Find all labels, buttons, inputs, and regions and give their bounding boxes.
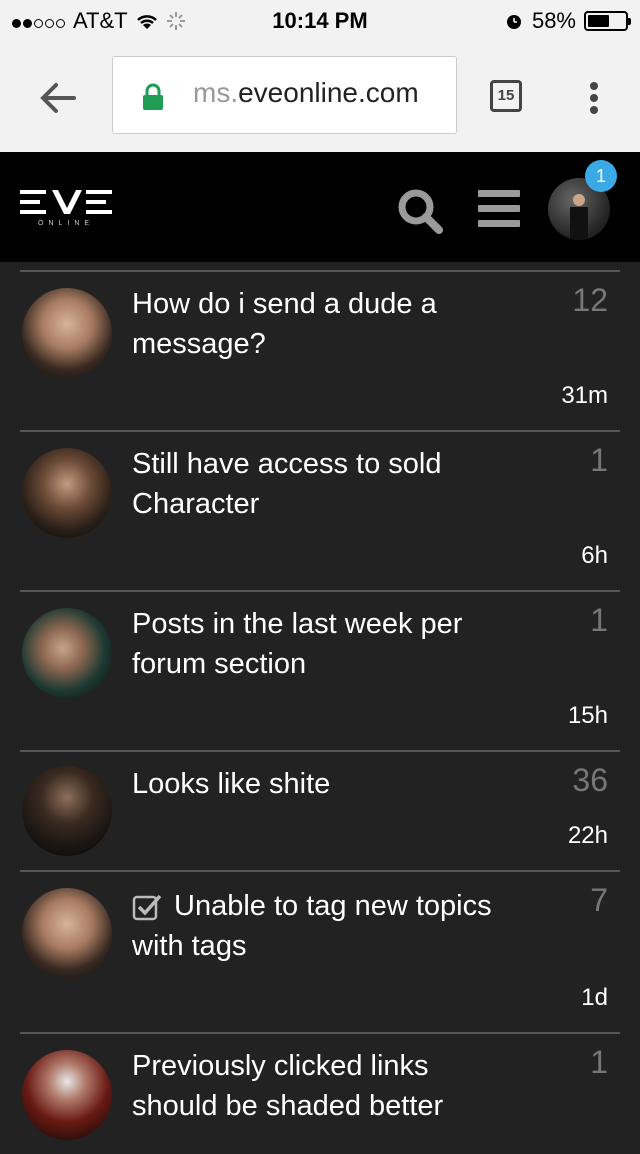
hamburger-icon[interactable] xyxy=(478,190,520,235)
eve-logo[interactable]: ONLINE xyxy=(20,190,114,227)
reply-count: 1 xyxy=(590,602,608,638)
author-avatar[interactable] xyxy=(22,888,112,978)
reply-count: 7 xyxy=(590,882,608,918)
alarm-icon xyxy=(506,15,521,29)
lock-icon xyxy=(143,83,163,110)
topic-row[interactable]: Still have access to sold Character 1 6h xyxy=(20,430,620,592)
url-prefix: ms. xyxy=(193,77,239,108)
topic-title: Unable to tag new topics with tags xyxy=(132,890,492,962)
topic-title[interactable]: Still have access to sold Character xyxy=(132,444,512,524)
logo-subtitle: ONLINE xyxy=(38,220,95,227)
author-avatar[interactable] xyxy=(22,766,112,856)
topic-title[interactable]: Looks like shite xyxy=(132,764,512,804)
reply-count: 36 xyxy=(572,762,608,798)
url-text: ms.eveonline.com xyxy=(193,77,449,109)
topic-title[interactable]: Posts in the last week per forum section xyxy=(132,604,512,684)
topic-row[interactable]: Looks like shite 36 22h xyxy=(20,750,620,872)
battery-percent: 58% xyxy=(531,8,576,33)
tab-switcher-button[interactable]: 15 xyxy=(490,80,522,112)
browser-toolbar: ms.eveonline.com 15 xyxy=(0,40,640,152)
topic-row[interactable]: How do i send a dude a message? 12 31m xyxy=(20,270,620,432)
eve-logo-mark xyxy=(20,190,112,214)
reply-count: 1 xyxy=(590,1044,608,1080)
checkbox-checked-icon xyxy=(132,895,162,921)
battery-icon xyxy=(584,11,631,31)
search-icon[interactable] xyxy=(397,188,443,234)
author-avatar[interactable] xyxy=(22,608,112,698)
topic-title-wrap[interactable]: Unable to tag new topics with tags xyxy=(132,886,512,966)
menu-dots-icon[interactable] xyxy=(590,78,598,118)
user-avatar-figure xyxy=(570,194,588,240)
activity-time[interactable]: 31m xyxy=(561,382,608,410)
activity-time[interactable]: 6h xyxy=(581,542,608,570)
activity-time[interactable]: 1d xyxy=(581,984,608,1012)
topic-row[interactable]: Unable to tag new topics with tags 7 1d xyxy=(20,870,620,1034)
topic-title[interactable]: Previously clicked links should be shade… xyxy=(132,1046,512,1126)
status-right: 58% xyxy=(504,8,631,34)
battery-fill xyxy=(588,15,609,27)
url-bar[interactable]: ms.eveonline.com xyxy=(112,56,457,134)
url-domain: eveonline.com xyxy=(238,77,419,108)
author-avatar[interactable] xyxy=(22,288,112,378)
activity-time[interactable]: 15h xyxy=(568,702,608,730)
reply-count: 1 xyxy=(590,442,608,478)
topic-row[interactable]: Posts in the last week per forum section… xyxy=(20,590,620,752)
activity-time[interactable]: 22h xyxy=(568,822,608,850)
reply-count: 12 xyxy=(572,282,608,318)
site-header: ONLINE 1 xyxy=(0,152,640,262)
topic-title[interactable]: How do i send a dude a message? xyxy=(132,284,512,364)
status-bar: AT&T 10:14 PM 58% xyxy=(0,0,640,40)
author-avatar[interactable] xyxy=(22,1050,112,1140)
back-arrow-icon[interactable] xyxy=(36,76,80,120)
notification-badge[interactable]: 1 xyxy=(585,160,617,192)
author-avatar[interactable] xyxy=(22,448,112,538)
